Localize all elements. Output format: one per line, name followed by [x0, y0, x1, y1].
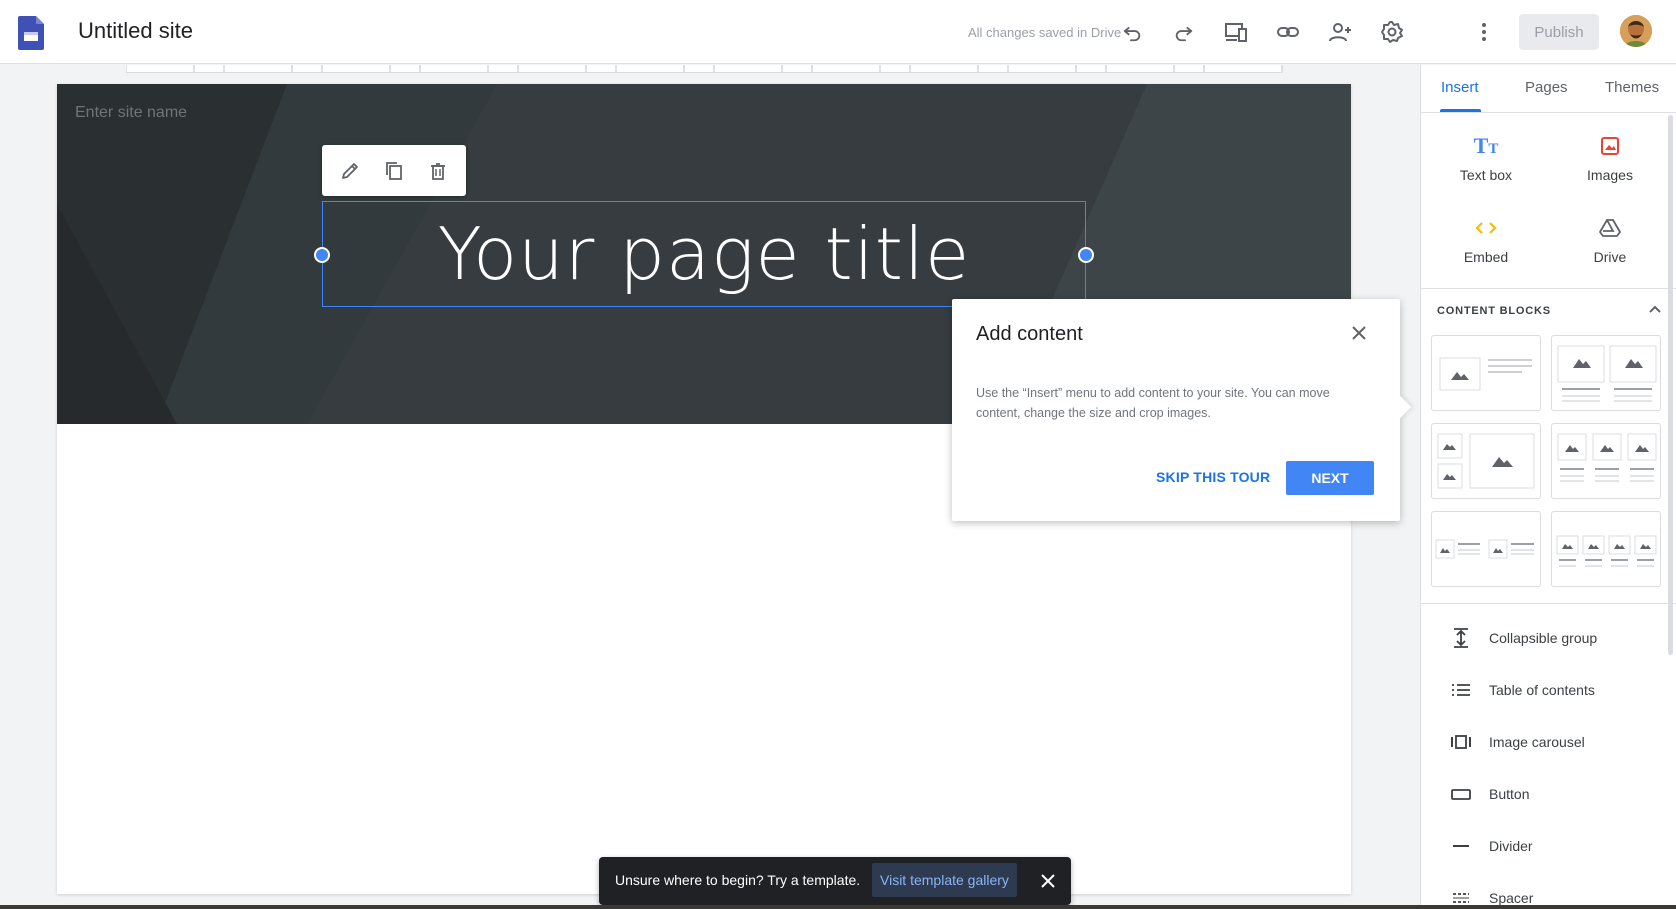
- settings-gear-icon[interactable]: [1378, 18, 1406, 46]
- edit-pencil-icon[interactable]: [334, 155, 366, 187]
- content-block-gallery[interactable]: [1431, 423, 1541, 499]
- snackbar-text: Unsure where to begin? Try a template.: [615, 872, 861, 888]
- title-toolbar: [322, 145, 466, 196]
- popover-arrow: [1388, 395, 1412, 419]
- list-item-label: Collapsible group: [1489, 630, 1598, 646]
- list-item-label: Table of contents: [1489, 682, 1595, 698]
- google-sites-logo-icon[interactable]: [18, 16, 44, 50]
- duplicate-icon[interactable]: [378, 155, 410, 187]
- link-icon[interactable]: [1274, 18, 1302, 46]
- close-icon[interactable]: [1347, 321, 1371, 345]
- insert-button[interactable]: Button: [1421, 774, 1661, 814]
- list-item-label: Spacer: [1489, 890, 1534, 906]
- page-title-box[interactable]: Your page title: [314, 201, 1094, 307]
- list-item-label: Button: [1489, 786, 1530, 802]
- drive-icon: [1555, 213, 1665, 243]
- tab-pages[interactable]: Pages: [1525, 79, 1568, 96]
- button-icon: [1447, 782, 1475, 806]
- content-block-image-text[interactable]: [1431, 335, 1541, 411]
- insert-embed[interactable]: Embed: [1431, 213, 1541, 279]
- section-divider: [1421, 603, 1676, 604]
- insert-panel: Insert Pages Themes TT Text box Images E…: [1420, 65, 1676, 909]
- add-content-popover: Add content Use the “Insert” menu to add…: [952, 299, 1412, 521]
- close-icon[interactable]: [1036, 869, 1060, 893]
- divider-icon: [1447, 834, 1475, 858]
- embed-code-icon: [1431, 213, 1541, 243]
- image-carousel-icon: [1447, 730, 1475, 754]
- avatar[interactable]: [1620, 15, 1652, 47]
- active-tab-indicator: [1440, 109, 1481, 112]
- template-snackbar: Unsure where to begin? Try a template. V…: [599, 857, 1071, 905]
- site-name-input[interactable]: Enter site name: [75, 104, 187, 122]
- skip-tour-button[interactable]: SKIP THIS TOUR: [1156, 469, 1270, 485]
- insert-item-label: Drive: [1593, 249, 1627, 265]
- insert-table-of-contents[interactable]: Table of contents: [1421, 670, 1661, 710]
- text-box-icon: TT: [1473, 133, 1499, 158]
- insert-collapsible-group[interactable]: Collapsible group: [1421, 618, 1661, 658]
- site-title[interactable]: Untitled site: [78, 18, 193, 44]
- insert-text-box[interactable]: TT Text box: [1431, 131, 1541, 197]
- list-item-label: Divider: [1489, 838, 1533, 854]
- visit-template-gallery-link[interactable]: Visit template gallery: [872, 863, 1017, 897]
- preview-device-icon[interactable]: [1222, 18, 1250, 46]
- next-button[interactable]: NEXT: [1286, 461, 1374, 495]
- window-bottom-edge: [0, 905, 1676, 909]
- insert-images[interactable]: Images: [1555, 131, 1665, 197]
- top-bar: Untitled site All changes saved in Drive…: [0, 0, 1676, 64]
- content-block-image-text-pairs[interactable]: [1431, 511, 1541, 587]
- insert-image-carousel[interactable]: Image carousel: [1421, 722, 1661, 762]
- content-block-three-images[interactable]: [1551, 423, 1661, 499]
- share-person-icon[interactable]: [1326, 18, 1354, 46]
- more-vert-icon[interactable]: [1470, 18, 1498, 46]
- undo-icon[interactable]: [1118, 18, 1146, 46]
- images-icon: [1555, 131, 1665, 161]
- chevron-up-icon[interactable]: [1645, 299, 1665, 319]
- list-item-label: Image carousel: [1489, 734, 1585, 750]
- tab-insert[interactable]: Insert: [1441, 79, 1479, 96]
- insert-item-label: Images: [1587, 167, 1633, 183]
- redo-icon[interactable]: [1170, 18, 1198, 46]
- table-of-contents-icon: [1447, 678, 1475, 702]
- popover-title: Add content: [976, 323, 1083, 345]
- resize-handle-right[interactable]: [1078, 247, 1094, 263]
- insert-drive[interactable]: Drive: [1555, 213, 1665, 279]
- page-title[interactable]: Your page title: [438, 212, 971, 296]
- content-blocks-header: CONTENT BLOCKS: [1437, 305, 1551, 317]
- section-divider: [1421, 288, 1676, 289]
- insert-divider[interactable]: Divider: [1421, 826, 1661, 866]
- ruler: [0, 65, 1420, 75]
- resize-handle-left[interactable]: [314, 247, 330, 263]
- saved-status: All changes saved in Drive: [968, 25, 1122, 40]
- publish-button[interactable]: Publish: [1519, 14, 1599, 50]
- ruler-ticks: [126, 65, 1283, 73]
- content-block-two-images[interactable]: [1551, 335, 1661, 411]
- insert-item-label: Embed: [1463, 249, 1509, 265]
- tab-themes[interactable]: Themes: [1605, 79, 1659, 96]
- delete-icon[interactable]: [422, 155, 454, 187]
- insert-item-label: Text box: [1459, 167, 1513, 183]
- popover-body: Use the “Insert” menu to add content to …: [976, 386, 1330, 420]
- collapsible-group-icon: [1447, 626, 1475, 650]
- panel-scrollbar[interactable]: [1668, 115, 1673, 655]
- content-block-four-images[interactable]: [1551, 511, 1661, 587]
- panel-tabs: Insert Pages Themes: [1421, 65, 1676, 113]
